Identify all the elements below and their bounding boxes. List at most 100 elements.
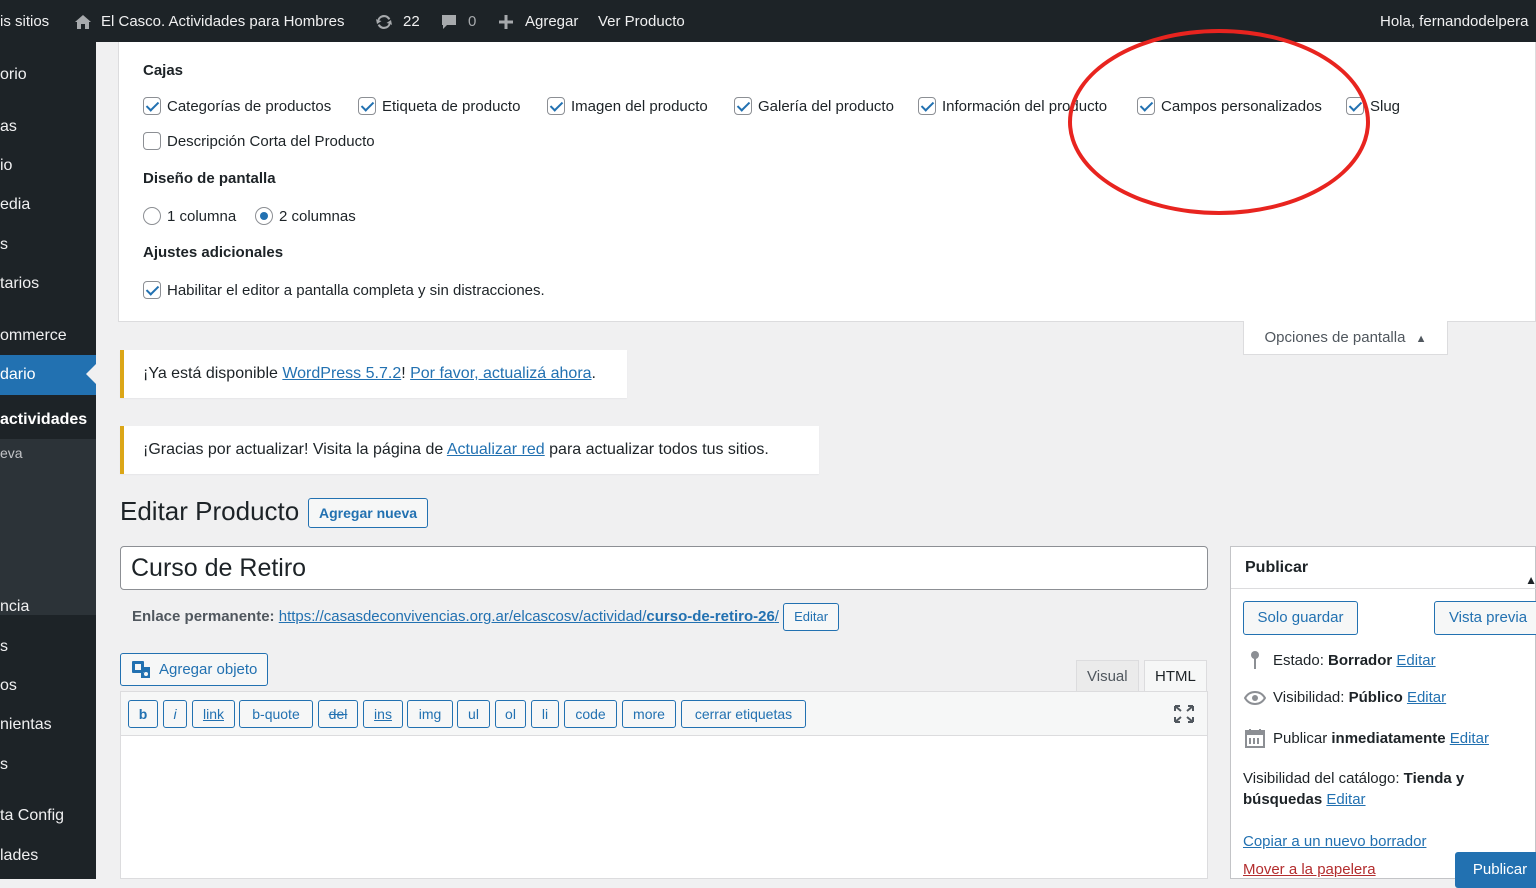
sidebar-item[interactable]: orio [0,63,96,87]
checkbox-box[interactable] [547,97,565,115]
updates-count[interactable]: 22 [403,0,420,42]
sidebar-item[interactable]: s [0,233,96,257]
checkbox-box[interactable] [1137,97,1155,115]
screen-options-tab[interactable]: Opciones de pantalla ▲ [1243,321,1448,355]
sidebar-item[interactable]: ncia [0,595,96,619]
sidebar-item[interactable]: lades [0,844,96,868]
checkbox-slug[interactable]: Slug [1346,97,1400,115]
checkbox-short-description[interactable]: Descripción Corta del Producto [143,132,375,150]
checkbox-box[interactable] [1346,97,1364,115]
sidebar-item-woocommerce[interactable]: ommerce [0,324,96,348]
add-media-label: Agregar objeto [159,661,258,678]
checkbox-box[interactable] [143,132,161,150]
copy-draft-link[interactable]: Copiar a un nuevo borrador [1243,833,1426,850]
catalog-edit-link[interactable]: Editar [1326,791,1365,808]
checkbox-label: Imagen del producto [571,97,708,115]
qt-blockquote-button[interactable]: b-quote [239,700,313,728]
qt-bold-button[interactable]: b [128,700,158,728]
admin-bar: is sitios El Casco. Actividades para Hom… [0,0,1536,42]
qt-italic-button[interactable]: i [163,700,187,728]
checkbox-box[interactable] [918,97,936,115]
tab-visual[interactable]: Visual [1076,660,1139,692]
post-title-input[interactable]: Curso de Retiro [120,546,1208,590]
site-name-link[interactable]: El Casco. Actividades para Hombres [101,0,344,42]
qt-ol-button[interactable]: ol [495,700,526,728]
visibility-edit-link[interactable]: Editar [1407,689,1446,706]
checkbox-label: Galería del producto [758,97,894,115]
qt-ins-button[interactable]: ins [363,700,403,728]
qt-link-button[interactable]: link [192,700,235,728]
schedule-edit-link[interactable]: Editar [1450,730,1489,747]
plus-icon[interactable] [498,0,514,42]
network-update-link[interactable]: Actualizar red [447,441,545,458]
my-sites-link[interactable]: is sitios [0,0,49,42]
sidebar-item[interactable]: io [0,154,96,178]
checkbox-product-data[interactable]: Información del producto [918,97,1107,115]
view-product-link[interactable]: Ver Producto [598,0,685,42]
checkbox-box[interactable] [143,97,161,115]
radio-one-column[interactable]: 1 columna [143,207,236,225]
qt-ul-button[interactable]: ul [457,700,490,728]
user-greeting[interactable]: Hola, fernandodelpera [1380,0,1528,42]
add-new-button[interactable]: Agregar nueva [308,498,429,528]
caret-up-icon: ▲ [1415,333,1427,345]
sidebar-item[interactable]: s [0,635,96,659]
schedule-row: Publicar inmediatamente Editar [1243,728,1489,748]
publish-button[interactable]: Publicar [1455,852,1536,888]
permalink-url[interactable]: https://casasdeconvivencias.org.ar/elcas… [279,608,779,625]
sidebar-item[interactable]: ta Config [0,804,96,828]
trash-link[interactable]: Mover a la papelera [1243,861,1376,878]
extra-settings-heading: Ajustes adicionales [143,244,284,261]
checkbox-box[interactable] [143,281,161,299]
permalink-edit-button[interactable]: Editar [783,603,840,631]
sidebar-item[interactable]: as [0,115,96,139]
checkbox-product-gallery[interactable]: Galería del producto [734,97,894,115]
updates-icon[interactable] [374,0,394,42]
qt-del-button[interactable]: del [318,700,358,728]
checkbox-box[interactable] [734,97,752,115]
sidebar-item[interactable]: nientas [0,713,96,737]
submenu-item-current[interactable]: actividades [0,408,96,432]
preview-button[interactable]: Vista previa [1434,601,1536,635]
checkbox-box[interactable] [358,97,376,115]
checkbox-label: Categorías de productos [167,97,332,115]
qt-close-tags-button[interactable]: cerrar etiquetas [681,700,806,728]
radio-label: 1 columna [167,207,237,225]
checkbox-product-categories[interactable]: Categorías de productos [143,97,331,115]
add-new-link[interactable]: Agregar [525,0,578,42]
checkbox-product-tag[interactable]: Etiqueta de producto [358,97,520,115]
save-draft-button[interactable]: Solo guardar [1243,601,1358,635]
wordpress-version-link[interactable]: WordPress 5.7.2 [282,365,401,382]
sidebar-item-active[interactable]: dario [0,355,96,395]
sidebar-item[interactable]: os [0,674,96,698]
qt-code-button[interactable]: code [564,700,617,728]
radio-dot[interactable] [255,207,273,225]
radio-two-columns[interactable]: 2 columnas [255,207,356,225]
comments-icon[interactable] [440,0,458,42]
checkbox-label: Habilitar el editor a pantalla completa … [167,281,545,299]
caret-up-icon[interactable]: ▲ [1525,559,1536,601]
fullscreen-icon[interactable] [1173,704,1195,728]
sidebar-item[interactable]: edia [0,193,96,217]
qt-li-button[interactable]: li [531,700,559,728]
status-edit-link[interactable]: Editar [1396,652,1435,669]
qt-more-button[interactable]: more [622,700,676,728]
publish-box-header[interactable]: Publicar ▲ [1231,547,1536,589]
permalink-base: https://casasdeconvivencias.org.ar/elcas… [278,607,647,625]
sidebar-item[interactable]: s [0,753,96,777]
add-media-button[interactable]: Agregar objeto [120,653,269,686]
checkbox-product-image[interactable]: Imagen del producto [547,97,708,115]
checkbox-custom-fields[interactable]: Campos personalizados [1137,97,1322,115]
submenu-item[interactable]: eva [0,441,96,465]
radio-dot[interactable] [143,207,161,225]
tab-html[interactable]: HTML [1144,660,1207,692]
sidebar-item[interactable]: tarios [0,272,96,296]
checkbox-fullscreen-editor[interactable]: Habilitar el editor a pantalla completa … [143,281,545,299]
qt-img-button[interactable]: img [407,700,453,728]
content-editor[interactable]: b i link b-quote del ins img ul ol li co… [120,691,1208,879]
notice-text: ¡Ya está disponible [143,365,283,382]
comments-count[interactable]: 0 [468,0,476,42]
home-icon[interactable] [74,0,92,42]
update-now-link[interactable]: Por favor, actualizá ahora [410,365,591,382]
visibility-label: Visibilidad: [1273,689,1345,706]
